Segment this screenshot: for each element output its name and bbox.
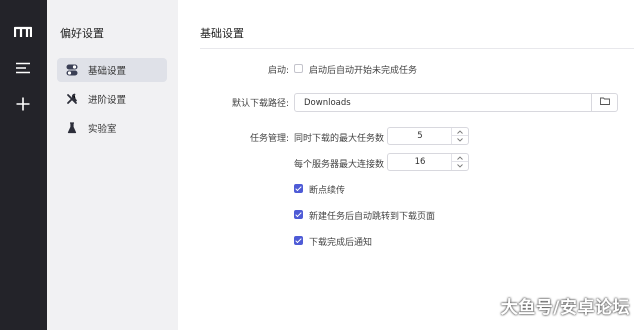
max-tasks-value[interactable]: 5 [388, 128, 452, 144]
folder-icon [599, 97, 610, 108]
preferences-sidebar: 偏好设置 基础设置 进阶设置 实验室 [47, 0, 178, 330]
increment-button[interactable] [452, 154, 468, 162]
menu-icon[interactable] [11, 57, 35, 79]
download-path-field[interactable] [294, 93, 618, 112]
settings-panel: 基础设置 启动: 启动后自动开始未完成任务 默认下载路径: 任务管理: 同时下载… [178, 0, 640, 330]
watermark: 大鱼号/安卓论坛 [500, 298, 630, 318]
flask-icon [65, 121, 79, 135]
max-tasks-label: 同时下载的最大任务数 [294, 134, 385, 144]
decrement-button[interactable] [452, 136, 468, 144]
sidebar-item-label: 进阶设置 [88, 95, 127, 106]
max-tasks-stepper[interactable]: 5 [387, 127, 469, 145]
task-management-label: 任务管理: [249, 134, 289, 144]
sidebar-item-label: 实验室 [88, 124, 117, 135]
auto-jump-label: 新建任务后自动跳转到下载页面 [309, 212, 436, 222]
sidebar-item-basic-settings[interactable]: 基础设置 [57, 58, 167, 82]
notify-complete-checkbox[interactable] [294, 236, 303, 245]
app-rail [0, 0, 47, 330]
browse-folder-button[interactable] [591, 94, 617, 111]
notify-complete-label: 下载完成后通知 [309, 238, 373, 248]
auto-jump-checkbox[interactable] [294, 210, 303, 219]
tools-icon [65, 92, 79, 106]
app-logo-icon[interactable] [11, 21, 35, 43]
max-connections-value[interactable]: 16 [388, 154, 452, 170]
resume-download-checkbox[interactable] [294, 184, 303, 193]
plus-icon[interactable] [11, 93, 35, 115]
sidebar-title: 偏好设置 [60, 27, 104, 40]
increment-button[interactable] [452, 128, 468, 136]
divider [200, 48, 634, 49]
startup-checkbox[interactable] [294, 64, 303, 73]
sidebar-item-lab[interactable]: 实验室 [57, 116, 167, 140]
sidebar-item-label: 基础设置 [88, 66, 127, 77]
max-connections-stepper[interactable]: 16 [387, 153, 469, 171]
decrement-button[interactable] [452, 162, 468, 170]
max-connections-label: 每个服务器最大连接数 [294, 160, 385, 170]
resume-download-label: 断点续传 [309, 186, 346, 196]
page-title: 基础设置 [200, 27, 244, 40]
startup-label: 启动: [267, 66, 289, 76]
sidebar-item-advanced-settings[interactable]: 进阶设置 [57, 87, 167, 111]
toggle-icon [65, 63, 79, 77]
download-path-label: 默认下载路径: [231, 99, 289, 109]
startup-option-label: 启动后自动开始未完成任务 [309, 66, 418, 76]
download-path-input[interactable] [295, 94, 578, 111]
